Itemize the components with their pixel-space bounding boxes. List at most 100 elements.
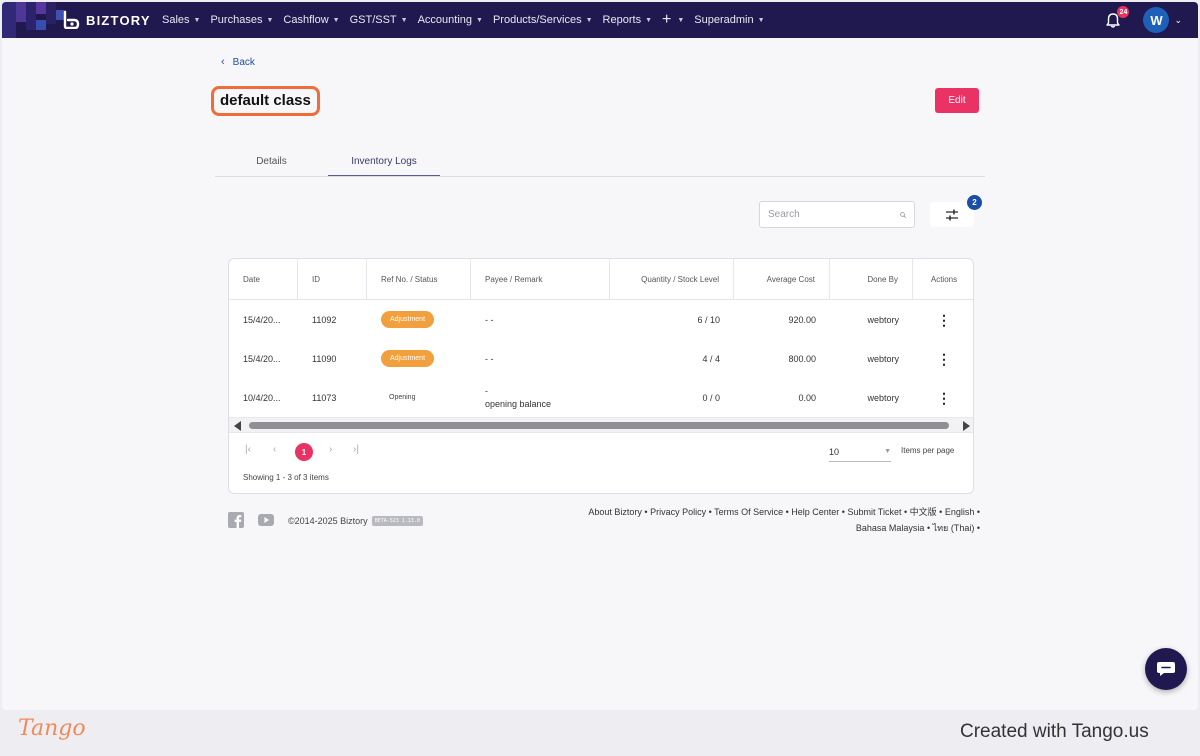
top-navbar: BIZTORY Sales ▼ Purchases ▼ Cashflow ▼ GST/… [2, 2, 1198, 38]
items-per-page-label: Items per page [901, 446, 955, 455]
footer-link-help[interactable]: Help Center [791, 507, 839, 517]
showing-count: Showing 1 - 3 of 3 items [243, 473, 329, 482]
caret-down-icon: ▼ [266, 16, 274, 24]
filter-button[interactable]: 2 [930, 195, 982, 227]
items-per-page-value: 10 [829, 446, 840, 457]
kebab-menu-icon[interactable]: ⋮ [937, 391, 951, 405]
search-icon[interactable] [900, 209, 906, 221]
facebook-icon[interactable] [228, 512, 244, 528]
remark-text: opening balance [485, 398, 552, 409]
prev-page-icon[interactable]: ‹ [273, 444, 276, 455]
caret-down-icon: ▼ [332, 16, 340, 24]
cell-actions: ⋮ [913, 339, 973, 378]
cell-quantity: 4 / 4 [702, 353, 720, 364]
horizontal-scrollbar[interactable] [229, 417, 973, 433]
edit-button[interactable]: Edit [935, 88, 979, 113]
scroll-left-arrow-icon[interactable] [234, 421, 241, 431]
column-header-payee-remark[interactable]: Payee / Remark [471, 259, 610, 300]
copyright: ©2014-2025 Biztory BETA-523 1.13.0 [288, 516, 423, 526]
brand[interactable]: BIZTORY [2, 2, 162, 38]
column-header-ref-status[interactable]: Ref No. / Status [367, 259, 471, 300]
footer-link-english[interactable]: English [945, 507, 975, 517]
cell-average-cost: 0.00 [798, 392, 816, 403]
next-page-icon[interactable]: › [329, 444, 332, 455]
chevron-down-icon[interactable]: ⌄ [1174, 15, 1182, 26]
cell-id: 11090 [312, 353, 337, 364]
cell-done-by: webtory [867, 314, 899, 325]
table-row[interactable]: 10/4/20... 11073 Opening - opening balan… [229, 378, 973, 417]
tab-bar: Details Inventory Logs [215, 147, 985, 177]
pagination: |‹ ‹ 1 › ›| 10 ▼ Items per page [229, 441, 973, 463]
footer-link-chinese[interactable]: 中文版 [910, 507, 937, 517]
items-per-page-select[interactable]: 10 ▼ [829, 442, 891, 462]
nav-sales[interactable]: Sales ▼ [162, 14, 200, 26]
column-header-quantity[interactable]: Quantity / Stock Level [610, 259, 734, 300]
cell-status: Adjustment [367, 300, 471, 339]
cell-status: Opening [367, 378, 471, 417]
caret-down-icon: ▼ [585, 16, 593, 24]
search-box [759, 201, 915, 228]
nav-superadmin-label: Superadmin [694, 14, 754, 26]
nav-accounting[interactable]: Accounting ▼ [418, 14, 483, 26]
nav-accounting-label: Accounting [417, 14, 473, 26]
cell-payee: - opening balance [471, 378, 610, 417]
scroll-right-arrow-icon[interactable] [963, 421, 970, 431]
status-badge: Adjustment [381, 311, 435, 328]
user-avatar[interactable]: W [1143, 7, 1170, 33]
caret-down-icon: ▼ [645, 16, 653, 24]
page-button-current[interactable]: 1 [295, 443, 313, 461]
chat-button[interactable] [1145, 648, 1187, 690]
tab-inventory-logs[interactable]: Inventory Logs [328, 147, 440, 176]
back-link[interactable]: ‹ Back [221, 56, 255, 68]
nav-gst-sst[interactable]: GST/SST ▼ [350, 14, 408, 26]
column-header-average-cost[interactable]: Average Cost [734, 259, 830, 300]
first-page-icon[interactable]: |‹ [245, 444, 251, 455]
nav-cashflow[interactable]: Cashflow ▼ [283, 14, 339, 26]
cell-done-by: webtory [867, 353, 899, 364]
table-row[interactable]: 15/4/20... 11092 Adjustment - - 6 / 10 9… [229, 300, 973, 339]
app-window: BIZTORY Sales ▼ Purchases ▼ Cashflow ▼ GST/… [2, 2, 1198, 710]
tab-details[interactable]: Details [215, 147, 328, 176]
table-row[interactable]: 15/4/20... 11090 Adjustment - - 4 / 4 80… [229, 339, 973, 378]
nav-reports[interactable]: Reports ▼ [603, 14, 652, 26]
cell-date: 10/4/20... [243, 392, 281, 403]
column-header-done-by[interactable]: Done By [830, 259, 913, 300]
cell-actions: ⋮ [913, 378, 973, 417]
status-badge: Adjustment [381, 350, 435, 367]
footer-link-thai[interactable]: ไทย (Thai) [933, 523, 975, 533]
scrollbar-thumb[interactable] [249, 422, 949, 429]
footer-link-submit-ticket[interactable]: Submit Ticket [847, 507, 901, 517]
column-header-date[interactable]: Date [229, 259, 298, 300]
search-input[interactable] [768, 209, 900, 220]
footer-link-malay[interactable]: Bahasa Malaysia [856, 523, 925, 533]
youtube-icon[interactable] [258, 512, 274, 528]
cell-payee: - - [485, 353, 494, 364]
footer-link-privacy[interactable]: Privacy Policy [650, 507, 706, 517]
cell-id: 11092 [312, 314, 337, 325]
last-page-icon[interactable]: ›| [353, 444, 359, 455]
footer-link-terms[interactable]: Terms Of Service [714, 507, 783, 517]
column-header-id[interactable]: ID [298, 259, 367, 300]
footer-link-about[interactable]: About Biztory [588, 507, 642, 517]
title-highlight: default class [211, 86, 320, 116]
version-badge: BETA-523 1.13.0 [371, 516, 423, 526]
plus-icon: + [662, 11, 672, 28]
footer-links: About Biztory • Privacy Policy • Terms O… [588, 507, 980, 533]
cell-average-cost: 920.00 [788, 314, 816, 325]
kebab-menu-icon[interactable]: ⋮ [937, 313, 951, 327]
notifications-button[interactable]: 24 [1103, 6, 1130, 30]
notification-count-badge: 24 [1117, 6, 1130, 18]
nav-purchases[interactable]: Purchases ▼ [210, 14, 273, 26]
nav-quick-add[interactable]: + ▼ [662, 11, 684, 29]
cell-quantity: 6 / 10 [697, 314, 720, 325]
inventory-logs-card: Date ID Ref No. / Status Payee / Remark … [228, 258, 974, 494]
nav-superadmin[interactable]: Superadmin ▼ [694, 14, 764, 26]
nav-products-services-label: Products/Services [492, 14, 582, 26]
nav-gst-sst-label: GST/SST [349, 14, 397, 26]
column-header-actions: Actions [930, 275, 958, 284]
back-label: Back [232, 56, 255, 68]
nav-products-services[interactable]: Products/Services ▼ [493, 14, 593, 26]
kebab-menu-icon[interactable]: ⋮ [937, 352, 951, 366]
payee-text: - [485, 385, 488, 396]
caret-down-icon: ▼ [677, 16, 685, 24]
